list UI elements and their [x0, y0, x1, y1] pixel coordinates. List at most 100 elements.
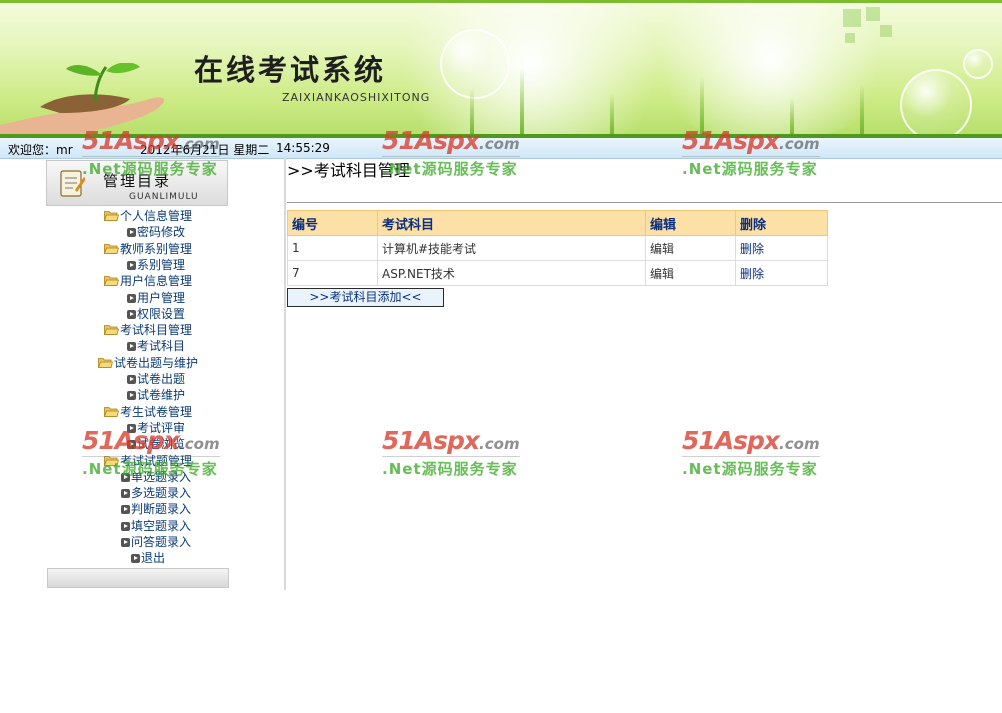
folder-open-icon — [104, 406, 119, 417]
watermark-domain: .com — [179, 135, 220, 153]
watermark-slogan: .Net源码服务专家 — [682, 160, 818, 178]
menu-group[interactable]: 用户信息管理 — [104, 273, 192, 289]
watermark: 51Aspx.com .Net源码服务专家 — [82, 126, 222, 178]
watermark: 51Aspx.com .Net源码服务专家 — [382, 126, 522, 178]
arrow-right-icon — [127, 391, 136, 401]
cell-subject: 计算机#技能考试 — [377, 235, 646, 261]
watermark: 51Aspx.com .Net源码服务专家 — [682, 426, 822, 478]
menu-link[interactable]: 试卷出题 — [127, 371, 185, 387]
banner-square — [845, 33, 855, 43]
cell-id: 1 — [287, 235, 378, 261]
menu-item-label: 密码修改 — [137, 225, 186, 240]
menu-item-label: 用户管理 — [137, 290, 186, 305]
banner-bubble — [963, 49, 993, 79]
watermark-domain: .com — [179, 435, 220, 453]
menu-item-label: 判断题录入 — [131, 502, 192, 517]
menu-item-label: 试卷出题与维护 — [114, 355, 199, 370]
menu-link[interactable]: 考试科目 — [127, 338, 185, 354]
banner-glow — [380, 3, 680, 138]
table-row: 7 ASP.NET技术 编辑 删除 — [287, 260, 828, 286]
watermark-brand: 51Aspx — [382, 126, 480, 155]
menu-link[interactable]: 试卷维护 — [127, 387, 185, 403]
menu-link[interactable]: 退出 — [131, 550, 165, 566]
menu-link[interactable]: 填空题录入 — [121, 518, 191, 534]
watermark-domain: .com — [479, 435, 520, 453]
delete-link[interactable]: 删除 — [735, 235, 828, 261]
system-subtitle: ZAIXIANKAOSHIXITONG — [282, 91, 431, 104]
folder-open-icon — [104, 325, 119, 335]
menu-link[interactable]: 多选题录入 — [121, 485, 191, 501]
watermark-slogan: .Net源码服务专家 — [82, 460, 218, 478]
watermark-brand: 51Aspx — [382, 426, 480, 455]
arrow-right-icon — [121, 489, 130, 499]
banner-grass — [860, 83, 864, 138]
menu-item-label: 用户信息管理 — [120, 274, 193, 289]
arrow-right-icon — [127, 309, 136, 319]
cell-id: 7 — [287, 260, 378, 286]
menu-group[interactable]: 教师系别管理 — [104, 241, 192, 257]
banner-bubble — [900, 69, 972, 138]
menu-link[interactable]: 用户管理 — [127, 290, 185, 306]
watermark-brand: 51Aspx — [82, 426, 180, 455]
menu-link[interactable]: 判断题录入 — [121, 501, 191, 517]
folder-open-icon — [104, 243, 119, 254]
arrow-right-icon — [121, 538, 130, 547]
folder-open-icon — [98, 357, 113, 368]
watermark-brand: 51Aspx — [82, 126, 180, 155]
menu-link[interactable]: 系别管理 — [127, 257, 185, 273]
arrow-right-icon — [127, 293, 136, 303]
banner-grass — [610, 93, 614, 138]
system-title: 在线考试系统 — [194, 53, 387, 87]
folder-open-icon — [104, 276, 119, 287]
watermark: 51Aspx.com .Net源码服务专家 — [82, 426, 222, 478]
cell-subject: ASP.NET技术 — [377, 260, 646, 286]
arrow-right-icon — [127, 375, 136, 384]
watermark-domain: .com — [479, 135, 520, 153]
watermark-domain: .com — [779, 435, 820, 453]
menu-link[interactable]: 权限设置 — [127, 306, 185, 322]
menu-group[interactable]: 考试科目管理 — [104, 322, 192, 338]
watermark-domain: .com — [779, 135, 820, 153]
menu-item-label: 试卷维护 — [137, 388, 186, 403]
edit-link[interactable]: 编辑 — [645, 260, 736, 286]
add-subject-button[interactable]: >>考试科目添加<< — [287, 288, 444, 307]
col-header-delete: 删除 — [735, 210, 828, 236]
menu-item-label: 多选题录入 — [131, 486, 192, 501]
arrow-right-icon — [127, 228, 136, 238]
menu-item-label: 填空题录入 — [131, 518, 192, 533]
folder-open-icon — [104, 211, 119, 221]
menu-link[interactable]: 密码修改 — [127, 224, 185, 240]
menu-item-label: 教师系别管理 — [120, 241, 193, 256]
menu-item-label: 问答题录入 — [131, 535, 192, 549]
menu-group[interactable]: 试卷出题与维护 — [98, 355, 198, 371]
left-menu: 管理目录 GUANLIMULU 个人信息管理 密码修改 教师系别管理 系别管理 用户信息… — [0, 158, 286, 590]
watermark: 51Aspx.com .Net源码服务专家 — [682, 126, 822, 178]
arrow-right-icon — [127, 260, 136, 270]
subject-table: 编号 考试科目 编辑 删除 1 计算机#技能考试 编辑 删除 7 ASP.NET… — [287, 210, 828, 286]
edit-link[interactable]: 编辑 — [645, 235, 736, 261]
table-header-row: 编号 考试科目 编辑 删除 — [287, 210, 828, 236]
banner-square — [880, 25, 892, 37]
menu-item-label: 退出 — [141, 551, 166, 566]
watermark-slogan: .Net源码服务专家 — [682, 460, 818, 478]
delete-link[interactable]: 删除 — [735, 260, 828, 286]
menu-footer — [47, 568, 229, 588]
menu-subtitle: GUANLIMULU — [129, 192, 199, 202]
menu-item-label: 权限设置 — [137, 306, 186, 321]
title-divider — [287, 202, 1002, 203]
arrow-right-icon — [121, 521, 130, 531]
watermark-brand: 51Aspx — [682, 426, 780, 455]
menu-group[interactable]: 个人信息管理 — [104, 208, 192, 224]
header-banner: 在线考试系统 ZAIXIANKAOSHIXITONG — [0, 0, 1002, 138]
menu-item-label: 考生试卷管理 — [120, 404, 193, 419]
menu-link[interactable]: 问答题录入 — [121, 534, 191, 550]
watermark-slogan: .Net源码服务专家 — [382, 160, 518, 178]
banner-square — [866, 7, 880, 21]
watermark-slogan: .Net源码服务专家 — [382, 460, 518, 478]
col-header-subject: 考试科目 — [377, 210, 646, 236]
table-row: 1 计算机#技能考试 编辑 删除 — [287, 235, 828, 261]
current-time: 14:55:29 — [276, 141, 330, 155]
menu-item-label: 个人信息管理 — [120, 209, 193, 223]
welcome-text: 欢迎您：mr — [8, 143, 73, 157]
menu-group[interactable]: 考生试卷管理 — [104, 404, 192, 420]
